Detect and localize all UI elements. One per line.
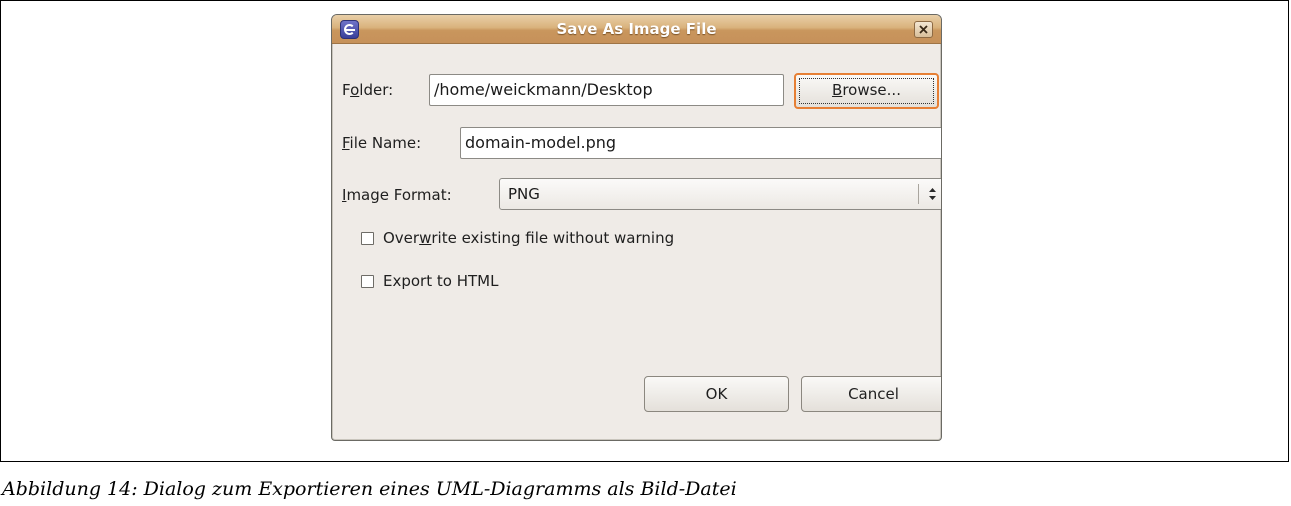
document-page: Save As Image File Folder: /home/weickma… [0,0,1291,506]
focus-ring [799,78,934,104]
image-format-label: Image Format: [342,186,452,204]
file-name-input[interactable]: domain-model.png [460,127,941,159]
overwrite-checkbox-row[interactable]: Overwrite existing file without warning [361,229,674,247]
figure-frame: Save As Image File Folder: /home/weickma… [0,0,1289,462]
figure-caption: Abbildung 14: Dialog zum Exportieren ein… [2,478,737,500]
close-button[interactable] [914,21,933,38]
folder-label: Folder: [342,81,394,99]
folder-input[interactable]: /home/weickmann/Desktop [429,74,784,106]
close-icon [919,25,928,34]
file-name-label: File Name: [342,134,422,152]
select-separator [918,184,919,204]
export-html-checkbox[interactable] [361,274,374,288]
browse-button[interactable]: Browse... [794,73,939,109]
export-html-checkbox-row[interactable]: Export to HTML [361,272,498,290]
updown-arrows-icon [929,188,936,200]
dialog-title: Save As Image File [556,20,717,38]
overwrite-label: Overwrite existing file without warning [383,229,675,247]
dialog-titlebar[interactable]: Save As Image File [332,15,941,44]
ok-button[interactable]: OK [644,376,789,412]
export-html-label: Export to HTML [383,272,499,290]
cancel-button[interactable]: Cancel [801,376,941,412]
image-format-value: PNG [508,185,540,203]
overwrite-checkbox[interactable] [361,231,374,245]
save-as-image-dialog: Save As Image File Folder: /home/weickma… [331,14,942,441]
image-format-select[interactable]: PNG [499,178,941,210]
